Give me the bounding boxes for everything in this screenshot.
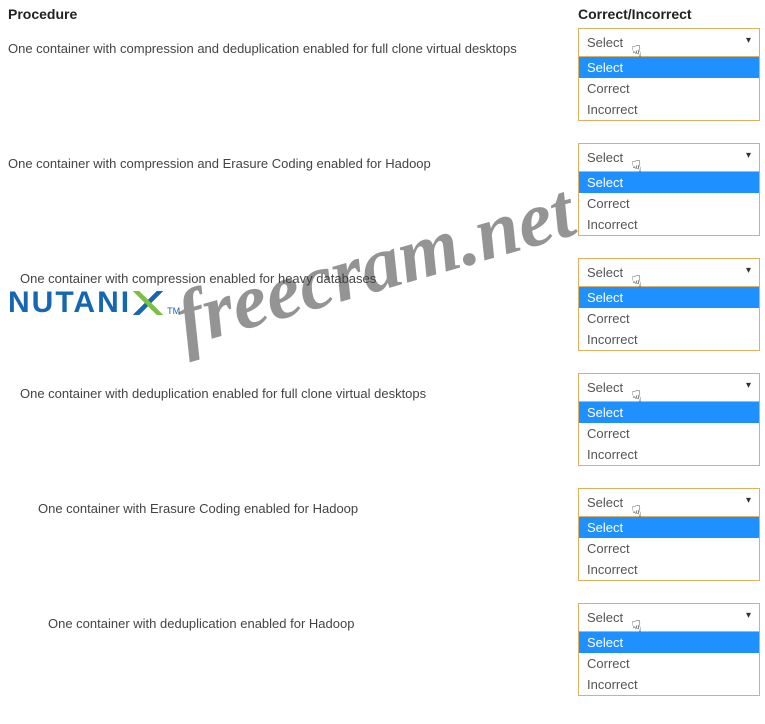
dropdown-selected[interactable]: Select [578, 488, 760, 517]
table-header: Procedure Correct/Incorrect [8, 6, 757, 22]
dropdown-option-incorrect[interactable]: Incorrect [579, 444, 759, 465]
dropdown-option-incorrect[interactable]: Incorrect [579, 99, 759, 120]
dropdown-list: Select Correct Incorrect [578, 287, 760, 351]
procedure-text: One container with deduplication enabled… [8, 373, 578, 413]
dropdown-option-incorrect[interactable]: Incorrect [579, 329, 759, 350]
dropdown-selected[interactable]: Select [578, 373, 760, 402]
procedure-text: One container with compression and dedup… [8, 28, 578, 68]
dropdown-option-select[interactable]: Select [579, 402, 759, 423]
answer-dropdown[interactable]: Select ☟ Select Correct Incorrect [578, 603, 760, 696]
dropdown-selected[interactable]: Select [578, 143, 760, 172]
answer-dropdown[interactable]: Select ☟ Select Correct Incorrect [578, 373, 760, 466]
dropdown-selected[interactable]: Select [578, 258, 760, 287]
dropdown-option-correct[interactable]: Correct [579, 78, 759, 99]
procedure-text: One container with compression and Erasu… [8, 143, 578, 183]
dropdown-list: Select Correct Incorrect [578, 57, 760, 121]
procedure-text: One container with deduplication enabled… [8, 603, 578, 643]
dropdown-option-incorrect[interactable]: Incorrect [579, 559, 759, 580]
dropdown-option-select[interactable]: Select [579, 172, 759, 193]
table-row: One container with compression and Erasu… [8, 143, 757, 236]
dropdown-option-select[interactable]: Select [579, 287, 759, 308]
header-procedure: Procedure [8, 6, 578, 22]
table-row: One container with compression enabled f… [8, 258, 757, 351]
dropdown-option-correct[interactable]: Correct [579, 538, 759, 559]
procedure-text: One container with compression enabled f… [8, 258, 578, 298]
answer-dropdown[interactable]: Select ☟ Select Correct Incorrect [578, 488, 760, 581]
answer-dropdown[interactable]: Select ☟ Select Correct Incorrect [578, 143, 760, 236]
table-row: One container with deduplication enabled… [8, 373, 757, 466]
dropdown-option-incorrect[interactable]: Incorrect [579, 674, 759, 695]
procedure-text: One container with Erasure Coding enable… [8, 488, 578, 528]
dropdown-list: Select Correct Incorrect [578, 632, 760, 696]
dropdown-list: Select Correct Incorrect [578, 517, 760, 581]
dropdown-option-select[interactable]: Select [579, 632, 759, 653]
table-row: One container with deduplication enabled… [8, 603, 757, 696]
dropdown-list: Select Correct Incorrect [578, 172, 760, 236]
dropdown-selected[interactable]: Select [578, 28, 760, 57]
table-row: One container with Erasure Coding enable… [8, 488, 757, 581]
dropdown-list: Select Correct Incorrect [578, 402, 760, 466]
dropdown-selected[interactable]: Select [578, 603, 760, 632]
dropdown-option-incorrect[interactable]: Incorrect [579, 214, 759, 235]
dropdown-option-select[interactable]: Select [579, 517, 759, 538]
answer-dropdown[interactable]: Select ☟ Select Correct Incorrect [578, 258, 760, 351]
header-correct-incorrect: Correct/Incorrect [578, 6, 757, 22]
answer-dropdown[interactable]: Select ☟ Select Correct Incorrect [578, 28, 760, 121]
dropdown-option-correct[interactable]: Correct [579, 193, 759, 214]
dropdown-option-select[interactable]: Select [579, 57, 759, 78]
dropdown-option-correct[interactable]: Correct [579, 423, 759, 444]
table-row: One container with compression and dedup… [8, 28, 757, 121]
dropdown-option-correct[interactable]: Correct [579, 308, 759, 329]
dropdown-option-correct[interactable]: Correct [579, 653, 759, 674]
